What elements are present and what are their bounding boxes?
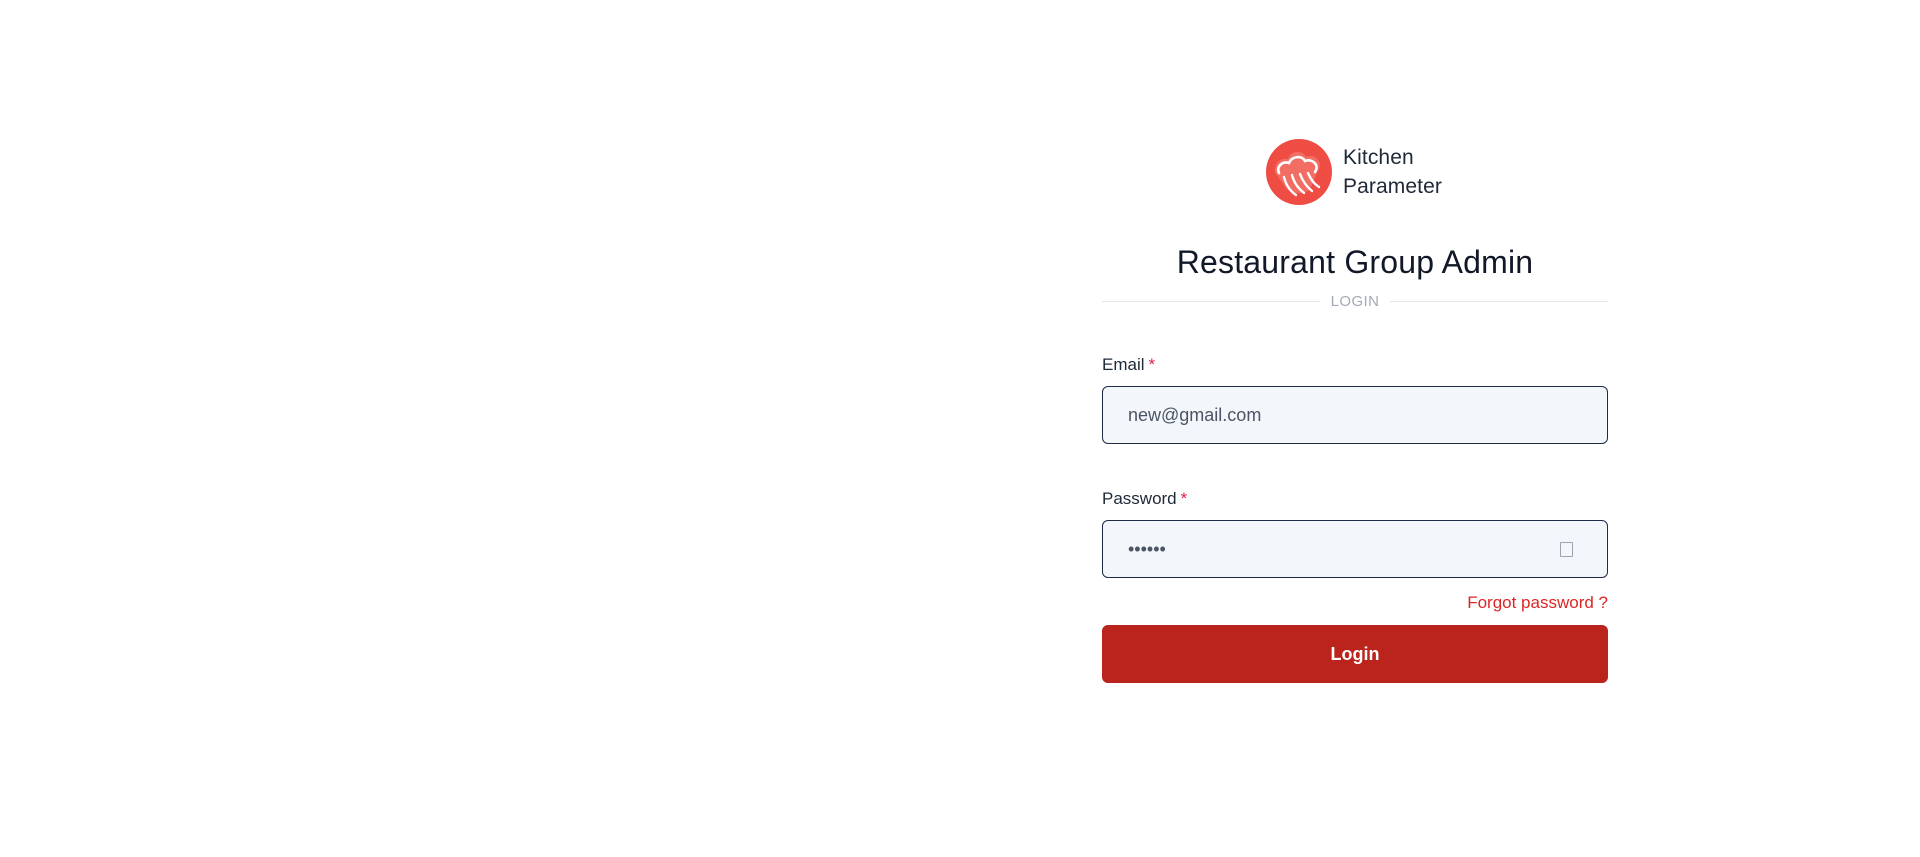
forgot-password-link[interactable]: Forgot password ? — [1467, 593, 1608, 612]
email-input-box — [1102, 386, 1608, 444]
password-input[interactable] — [1128, 538, 1560, 560]
eye-toggle-icon[interactable] — [1560, 541, 1573, 557]
divider-line-left — [1102, 300, 1320, 302]
password-required-mark: * — [1180, 489, 1188, 508]
brand-name-line2: Parameter — [1343, 175, 1442, 198]
email-label-text: Email — [1102, 355, 1145, 374]
login-panel: Kitchen Parameter Restaurant Group Admin… — [1102, 138, 1608, 683]
brand-name-line1: Kitchen — [1343, 146, 1414, 169]
email-required-mark: * — [1148, 355, 1156, 374]
password-input-box — [1102, 520, 1608, 578]
login-page: Kitchen Parameter Restaurant Group Admin… — [0, 0, 1920, 857]
login-divider: LOGIN — [1102, 290, 1608, 312]
page-title: Restaurant Group Admin — [1176, 244, 1534, 280]
brand-name: Kitchen Parameter — [1343, 143, 1442, 201]
login-button[interactable]: Login — [1102, 625, 1608, 683]
email-field-group: Email * — [1102, 354, 1608, 444]
divider-label: LOGIN — [1330, 292, 1380, 310]
email-input[interactable] — [1128, 404, 1583, 426]
brand: Kitchen Parameter — [1100, 138, 1608, 206]
password-field-group: Password * — [1102, 488, 1608, 578]
password-label: Password * — [1102, 489, 1187, 508]
password-label-text: Password — [1102, 489, 1177, 508]
email-label: Email * — [1102, 355, 1155, 374]
forgot-password-row: Forgot password ? — [1102, 593, 1608, 617]
divider-line-right — [1390, 300, 1608, 302]
chef-hat-icon — [1266, 139, 1333, 205]
